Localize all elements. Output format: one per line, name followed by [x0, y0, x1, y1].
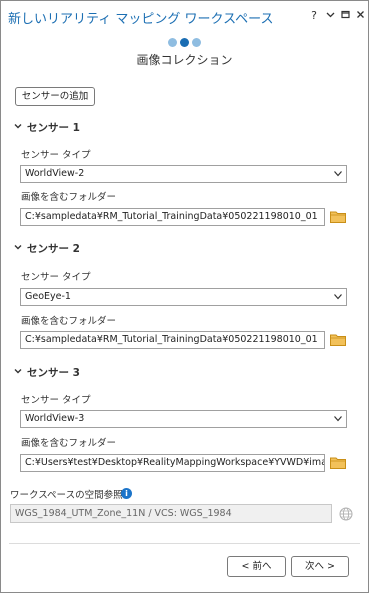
spatial-ref-label: ワークスペースの空間参照: [10, 490, 123, 501]
info-icon[interactable]: i: [121, 488, 132, 499]
sensor-1-header-label: センサー 1: [27, 122, 80, 134]
sensor-3-header[interactable]: センサー 3: [14, 365, 80, 380]
footer-divider: [9, 543, 360, 544]
close-button[interactable]: [353, 8, 367, 24]
sensor-2-type-select[interactable]: GeoEye-1: [20, 288, 347, 306]
title-bar: 新しいリアリティ マッピング ワークスペース ?: [1, 1, 368, 31]
sensor-3-header-label: センサー 3: [27, 367, 80, 379]
folder-icon[interactable]: [330, 210, 346, 223]
dialog-window: 新しいリアリティ マッピング ワークスペース ? 画像コレクション センサーの追…: [0, 0, 369, 593]
restore-button[interactable]: [338, 8, 352, 24]
help-button[interactable]: ?: [307, 8, 321, 24]
next-button[interactable]: 次へ >: [291, 556, 349, 577]
sensor-1-type-value: WorldView-2: [25, 168, 85, 179]
chevron-down-icon: [334, 171, 342, 177]
sensor-1-type-label: センサー タイプ: [21, 150, 91, 161]
close-icon: [356, 11, 364, 18]
chevron-down-icon: [14, 245, 22, 250]
sensor-1-folder-label: 画像を含むフォルダー: [21, 192, 117, 203]
globe-icon: [339, 507, 353, 521]
chevron-down-icon: [14, 124, 22, 129]
dialog-title: 新しいリアリティ マッピング ワークスペース: [8, 12, 274, 27]
sensor-2-header-label: センサー 2: [27, 243, 80, 255]
restore-icon: [340, 10, 350, 19]
step-dot-1: [168, 38, 177, 47]
chevron-down-icon: [334, 294, 342, 300]
sensor-3-folder-label: 画像を含むフォルダー: [21, 438, 117, 449]
chevron-down-icon: [14, 369, 22, 374]
sensor-1-header[interactable]: センサー 1: [14, 120, 80, 135]
sensor-2-folder-label: 画像を含むフォルダー: [21, 316, 117, 327]
step-dot-3: [192, 38, 201, 47]
chevron-down-icon: [326, 12, 334, 18]
spatial-ref-input: WGS_1984_UTM_Zone_11N / VCS: WGS_1984: [10, 504, 332, 523]
folder-icon[interactable]: [330, 333, 346, 346]
step-dot-2-active: [180, 38, 189, 47]
sensor-2-folder-input[interactable]: C:¥sampledata¥RM_Tutorial_TrainingData¥0…: [20, 331, 325, 349]
sensor-3-type-select[interactable]: WorldView-3: [20, 410, 347, 428]
sensor-1-type-select[interactable]: WorldView-2: [20, 165, 347, 183]
sensor-3-folder-input[interactable]: C:¥Users¥test¥Desktop¥RealityMappingWork…: [20, 454, 325, 472]
sensor-2-type-label: センサー タイプ: [21, 272, 91, 283]
step-title: 画像コレクション: [136, 53, 233, 67]
sensor-2-header[interactable]: センサー 2: [14, 241, 80, 256]
sensor-3-type-value: WorldView-3: [25, 413, 85, 424]
menu-button[interactable]: [323, 8, 337, 24]
back-button[interactable]: < 前へ: [227, 556, 286, 577]
sensor-3-type-label: センサー タイプ: [21, 395, 91, 406]
folder-icon[interactable]: [330, 456, 346, 469]
sensor-2-type-value: GeoEye-1: [25, 291, 71, 302]
sensor-1-folder-input[interactable]: C:¥sampledata¥RM_Tutorial_TrainingData¥0…: [20, 208, 325, 226]
chevron-down-icon: [334, 416, 342, 422]
add-sensor-button[interactable]: センサーの追加: [15, 87, 95, 106]
